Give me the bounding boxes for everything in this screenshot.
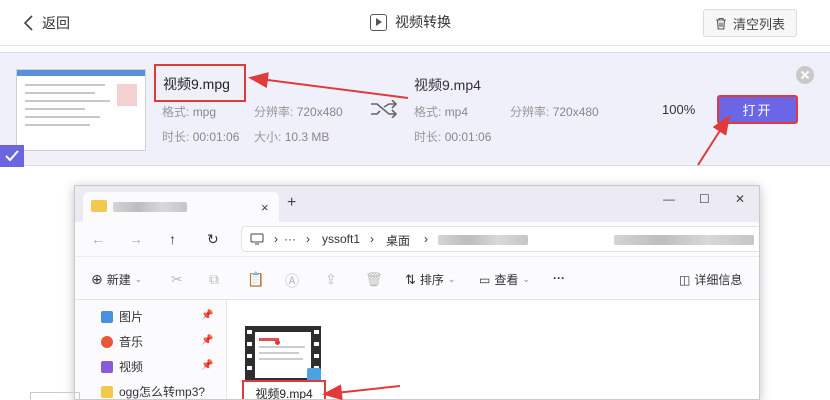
copy-icon[interactable]: ⧉ bbox=[209, 271, 219, 288]
selected-check-icon[interactable] bbox=[0, 145, 24, 167]
videos-icon bbox=[101, 360, 113, 373]
details-label: 详细信息 bbox=[694, 273, 743, 287]
pictures-icon bbox=[101, 310, 113, 323]
sort-icon: ⇅ bbox=[405, 271, 416, 287]
video-thumbnail bbox=[16, 69, 146, 151]
redacted-tab-title bbox=[113, 202, 187, 212]
nav-forward-icon[interactable]: → bbox=[129, 231, 143, 247]
explorer-title-bar: × + — ☐ ✕ bbox=[75, 186, 759, 222]
quick-access-label: 图片 bbox=[119, 310, 144, 324]
open-button[interactable]: 打开 bbox=[717, 95, 798, 124]
folder-icon bbox=[91, 200, 107, 212]
source-resolution: 分辨率: 720x480 bbox=[254, 105, 343, 119]
target-resolution: 分辨率: 720x480 bbox=[510, 105, 599, 119]
quick-access-label: ogg怎么转mp3? bbox=[119, 385, 206, 399]
paste-icon[interactable]: 📋 bbox=[247, 271, 264, 288]
quick-access-videos[interactable]: 视频 bbox=[101, 358, 143, 375]
video-play-icon bbox=[370, 13, 387, 31]
source-format: 格式: mpg bbox=[162, 105, 217, 119]
rename-icon[interactable]: Ⓐ bbox=[285, 271, 299, 291]
pin-icon[interactable]: 📌 bbox=[201, 360, 213, 371]
pin-icon[interactable]: 📌 bbox=[201, 335, 213, 346]
chevron-down-icon: ⌄ bbox=[522, 274, 530, 284]
breadcrumb-yssoft1[interactable]: yssoft1 bbox=[322, 232, 360, 246]
music-icon bbox=[101, 335, 113, 348]
clear-list-button[interactable]: 清空列表 bbox=[703, 9, 797, 37]
new-button[interactable]: ⊕ 新建 ⌄ bbox=[91, 271, 142, 288]
cut-icon[interactable]: ✂ bbox=[171, 271, 183, 288]
page-title: 视频转换 bbox=[370, 12, 451, 32]
target-format: 格式: mp4 bbox=[414, 105, 469, 119]
new-label: 新建 bbox=[106, 273, 131, 287]
chevron-down-icon: ⌄ bbox=[447, 274, 456, 284]
nav-back-icon[interactable]: ← bbox=[91, 231, 105, 247]
navigation-bar: ← → ↑ ↻ › ··· › yssoft1 › 桌面 › bbox=[75, 222, 759, 256]
breadcrumb-separator: › bbox=[424, 232, 428, 246]
navigation-pane: 图片 📌 音乐 📌 视频 📌 ogg怎么转mp3? bbox=[75, 300, 227, 399]
source-size: 大小: 10.3 MB bbox=[254, 130, 330, 144]
target-duration: 时长: 00:01:06 bbox=[414, 130, 492, 144]
breadcrumb-desktop[interactable]: 桌面 bbox=[386, 232, 410, 249]
more-path-icon: ··· bbox=[284, 232, 296, 246]
clear-list-label: 清空列表 bbox=[732, 16, 785, 32]
quick-access-folder[interactable]: ogg怎么转mp3? bbox=[101, 383, 206, 399]
command-bar: ⊕ 新建 ⌄ ✂ ⧉ 📋 Ⓐ ⇪ 🗑 ⇅ 排序 ⌄ ▭ 查看 ⌄ ··· ◫ 详… bbox=[75, 256, 759, 300]
chevron-down-icon: ⌄ bbox=[134, 274, 143, 284]
share-icon[interactable]: ⇪ bbox=[325, 271, 337, 288]
view-button[interactable]: ▭ 查看 ⌄ bbox=[479, 271, 530, 288]
minimize-icon[interactable]: — bbox=[663, 192, 675, 206]
maximize-icon[interactable]: ☐ bbox=[699, 192, 710, 206]
pin-icon[interactable]: 📌 bbox=[201, 310, 213, 321]
new-tab-button[interactable]: + bbox=[287, 194, 296, 212]
window-close-icon[interactable]: ✕ bbox=[735, 192, 745, 206]
back-label: 返回 bbox=[42, 15, 70, 31]
details-pane-icon: ◫ bbox=[679, 272, 691, 287]
back-button[interactable]: 返回 bbox=[22, 13, 70, 33]
plus-circle-icon: ⊕ bbox=[91, 271, 103, 287]
view-icon: ▭ bbox=[479, 272, 491, 287]
redacted-search bbox=[614, 235, 754, 245]
delete-icon[interactable]: 🗑 bbox=[365, 271, 383, 288]
address-bar[interactable]: › ··· › yssoft1 › 桌面 › bbox=[241, 226, 759, 252]
source-duration: 时长: 00:01:06 bbox=[162, 130, 240, 144]
breadcrumb-separator: › bbox=[274, 232, 278, 246]
progress-percent: 100% bbox=[662, 102, 696, 117]
quick-access-pictures[interactable]: 图片 bbox=[101, 308, 143, 325]
page-title-text: 视频转换 bbox=[395, 14, 451, 30]
more-options-icon[interactable]: ··· bbox=[553, 271, 565, 285]
breadcrumb-separator: › bbox=[306, 232, 310, 246]
convert-arrows-icon bbox=[371, 100, 398, 118]
folder-icon bbox=[101, 385, 113, 398]
file-content-area: 视频9.mp4 bbox=[227, 300, 759, 399]
sort-label: 排序 bbox=[419, 273, 444, 287]
file-explorer-window: × + — ☐ ✕ ← → ↑ ↻ › ··· › yssoft1 › 桌面 ›… bbox=[74, 185, 760, 400]
details-button[interactable]: ◫ 详细信息 bbox=[679, 271, 742, 288]
quick-access-music[interactable]: 音乐 bbox=[101, 333, 143, 350]
remove-item-icon[interactable] bbox=[796, 66, 814, 84]
breadcrumb-separator: › bbox=[370, 232, 374, 246]
target-file-name: 视频9.mp4 bbox=[414, 77, 481, 93]
quick-access-label: 音乐 bbox=[119, 335, 144, 349]
trash-icon bbox=[715, 17, 726, 30]
chevron-left-icon bbox=[23, 15, 33, 31]
nav-up-icon[interactable]: ↑ bbox=[169, 231, 176, 247]
video-file-item[interactable] bbox=[245, 326, 321, 384]
video-file-name[interactable]: 视频9.mp4 bbox=[242, 380, 326, 399]
explorer-tab[interactable]: × bbox=[83, 192, 279, 222]
bottom-edge bbox=[30, 392, 80, 400]
view-label: 查看 bbox=[494, 273, 519, 287]
refresh-icon[interactable]: ↻ bbox=[207, 231, 219, 248]
redacted-path bbox=[438, 235, 528, 245]
quick-access-label: 视频 bbox=[119, 360, 144, 374]
monitor-icon bbox=[250, 233, 264, 245]
video-file-icon bbox=[245, 326, 321, 384]
sort-button[interactable]: ⇅ 排序 ⌄ bbox=[405, 271, 455, 288]
top-bar: 返回 视频转换 清空列表 bbox=[0, 0, 830, 46]
source-file-name: 视频9.mpg bbox=[154, 64, 246, 102]
tab-close-icon[interactable]: × bbox=[261, 200, 269, 215]
